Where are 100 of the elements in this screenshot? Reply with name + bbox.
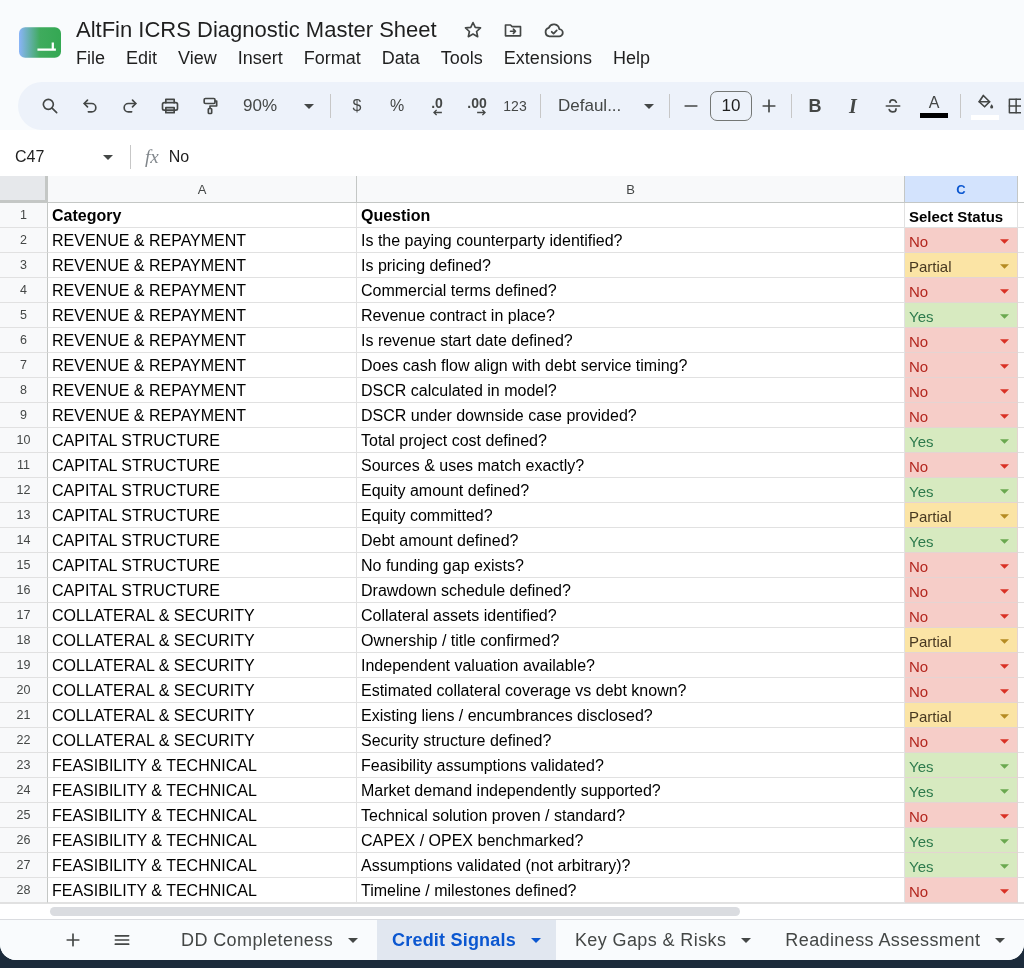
row-header[interactable]: 22 bbox=[0, 728, 48, 753]
row-header[interactable]: 21 bbox=[0, 703, 48, 728]
redo-icon[interactable] bbox=[120, 96, 140, 116]
status-dropdown[interactable]: No bbox=[905, 353, 1018, 378]
table-cell: Total project cost defined? bbox=[357, 428, 905, 453]
search-icon[interactable] bbox=[40, 96, 60, 116]
menu-item[interactable]: Help bbox=[606, 47, 656, 69]
document-title[interactable]: AltFin ICRS Diagnostic Master Sheet bbox=[76, 17, 437, 43]
row-header[interactable]: 13 bbox=[0, 503, 48, 528]
status-dropdown[interactable]: No bbox=[905, 603, 1018, 628]
column-header[interactable]: A bbox=[48, 176, 357, 203]
sheet-tab[interactable]: Readiness Assessment bbox=[770, 920, 1021, 960]
status-dropdown[interactable]: No bbox=[905, 378, 1018, 403]
status-dropdown[interactable]: Yes bbox=[905, 778, 1018, 803]
status-dropdown[interactable]: No bbox=[905, 878, 1018, 903]
status-dropdown[interactable]: Partial bbox=[905, 253, 1018, 278]
status-dropdown[interactable]: No bbox=[905, 453, 1018, 478]
row-header[interactable]: 12 bbox=[0, 478, 48, 503]
status-dropdown[interactable]: No bbox=[905, 678, 1018, 703]
table-cell: Technical solution proven / standard? bbox=[357, 803, 905, 828]
status-dropdown[interactable]: Partial bbox=[905, 703, 1018, 728]
horizontal-scrollbar[interactable] bbox=[50, 907, 740, 916]
row-header[interactable]: 3 bbox=[0, 253, 48, 278]
row-header[interactable]: 14 bbox=[0, 528, 48, 553]
column-header[interactable]: B bbox=[357, 176, 905, 203]
row-header[interactable]: 1 bbox=[0, 203, 48, 228]
row-header[interactable]: 24 bbox=[0, 778, 48, 803]
decrease-decimal-button[interactable]: .0 bbox=[429, 96, 445, 116]
zoom-dropdown[interactable]: 90% bbox=[230, 90, 320, 122]
cloud-check-icon[interactable] bbox=[542, 20, 565, 40]
menu-item[interactable]: Extensions bbox=[497, 47, 598, 69]
status-dropdown[interactable]: Yes bbox=[905, 303, 1018, 328]
row-header[interactable]: 10 bbox=[0, 428, 48, 453]
column-header[interactable]: C bbox=[905, 176, 1018, 203]
sheet-tab[interactable]: Key Gaps & Risks bbox=[559, 920, 767, 960]
row-header[interactable]: 20 bbox=[0, 678, 48, 703]
status-dropdown[interactable]: Yes bbox=[905, 428, 1018, 453]
number-format-button[interactable]: 123 bbox=[499, 95, 531, 117]
formula-field[interactable]: No bbox=[166, 145, 991, 169]
row-header[interactable]: 19 bbox=[0, 653, 48, 678]
row-header[interactable]: 4 bbox=[0, 278, 48, 303]
status-dropdown[interactable]: Yes bbox=[905, 828, 1018, 853]
status-dropdown[interactable]: Yes bbox=[905, 753, 1018, 778]
status-dropdown[interactable]: No bbox=[905, 653, 1018, 678]
caret-icon bbox=[995, 937, 1006, 943]
status-dropdown[interactable]: Yes bbox=[905, 853, 1018, 878]
menu-item[interactable]: View bbox=[172, 47, 223, 69]
star-icon[interactable] bbox=[462, 20, 483, 40]
row-header[interactable]: 9 bbox=[0, 403, 48, 428]
row-header[interactable]: 18 bbox=[0, 628, 48, 653]
italic-button[interactable]: I bbox=[845, 91, 861, 121]
increase-decimal-button[interactable]: .00 bbox=[465, 96, 489, 116]
status-dropdown[interactable]: No bbox=[905, 403, 1018, 428]
row-header[interactable]: 25 bbox=[0, 803, 48, 828]
caret-icon bbox=[1000, 838, 1009, 844]
status-dropdown[interactable]: No bbox=[905, 553, 1018, 578]
sheet-tab[interactable]: Credit Signals bbox=[377, 920, 556, 960]
caret-icon bbox=[1000, 588, 1009, 594]
row-header[interactable]: 15 bbox=[0, 553, 48, 578]
menu-item[interactable]: Insert bbox=[231, 47, 289, 69]
menu-item[interactable]: Edit bbox=[120, 47, 164, 69]
currency-button[interactable]: $ bbox=[348, 94, 366, 118]
percent-button[interactable]: % bbox=[385, 94, 409, 118]
strikethrough-icon[interactable] bbox=[883, 96, 903, 116]
row-header[interactable]: 17 bbox=[0, 603, 48, 628]
status-dropdown[interactable]: No bbox=[905, 578, 1018, 603]
font-dropdown[interactable]: Defaul... bbox=[548, 90, 660, 122]
row-header[interactable]: 16 bbox=[0, 578, 48, 603]
name-box[interactable]: C47 bbox=[10, 145, 118, 169]
status-dropdown[interactable]: Yes bbox=[905, 528, 1018, 553]
status-dropdown[interactable]: Partial bbox=[905, 503, 1018, 528]
status-dropdown[interactable]: No bbox=[905, 278, 1018, 303]
undo-icon[interactable] bbox=[80, 96, 100, 116]
row-header[interactable]: 26 bbox=[0, 828, 48, 853]
row-header[interactable]: 11 bbox=[0, 453, 48, 478]
menu-item[interactable]: Format bbox=[297, 47, 367, 69]
print-icon[interactable] bbox=[160, 96, 180, 116]
row-header[interactable]: 8 bbox=[0, 378, 48, 403]
menu-item[interactable]: Data bbox=[375, 47, 426, 69]
sheet-tab[interactable]: DD Completeness bbox=[166, 920, 374, 960]
status-dropdown[interactable]: No bbox=[905, 728, 1018, 753]
row-header[interactable]: 23 bbox=[0, 753, 48, 778]
row-header[interactable]: 28 bbox=[0, 878, 48, 903]
menu-item[interactable]: Tools bbox=[434, 47, 489, 69]
app-logo-icon[interactable] bbox=[19, 27, 61, 58]
row-header[interactable]: 27 bbox=[0, 853, 48, 878]
font-size-field[interactable]: 10 bbox=[710, 91, 752, 121]
row-header[interactable]: 6 bbox=[0, 328, 48, 353]
text-color-button[interactable]: A bbox=[916, 91, 952, 121]
menu-item[interactable]: File bbox=[70, 47, 111, 69]
status-dropdown[interactable]: Yes bbox=[905, 478, 1018, 503]
paint-roller-icon[interactable] bbox=[200, 96, 220, 116]
status-dropdown[interactable]: No bbox=[905, 328, 1018, 353]
row-header[interactable]: 2 bbox=[0, 228, 48, 253]
row-header[interactable]: 5 bbox=[0, 303, 48, 328]
status-dropdown[interactable]: No bbox=[905, 803, 1018, 828]
row-header[interactable]: 7 bbox=[0, 353, 48, 378]
status-dropdown[interactable]: No bbox=[905, 228, 1018, 253]
status-dropdown[interactable]: Partial bbox=[905, 628, 1018, 653]
bold-button[interactable]: B bbox=[804, 92, 826, 120]
